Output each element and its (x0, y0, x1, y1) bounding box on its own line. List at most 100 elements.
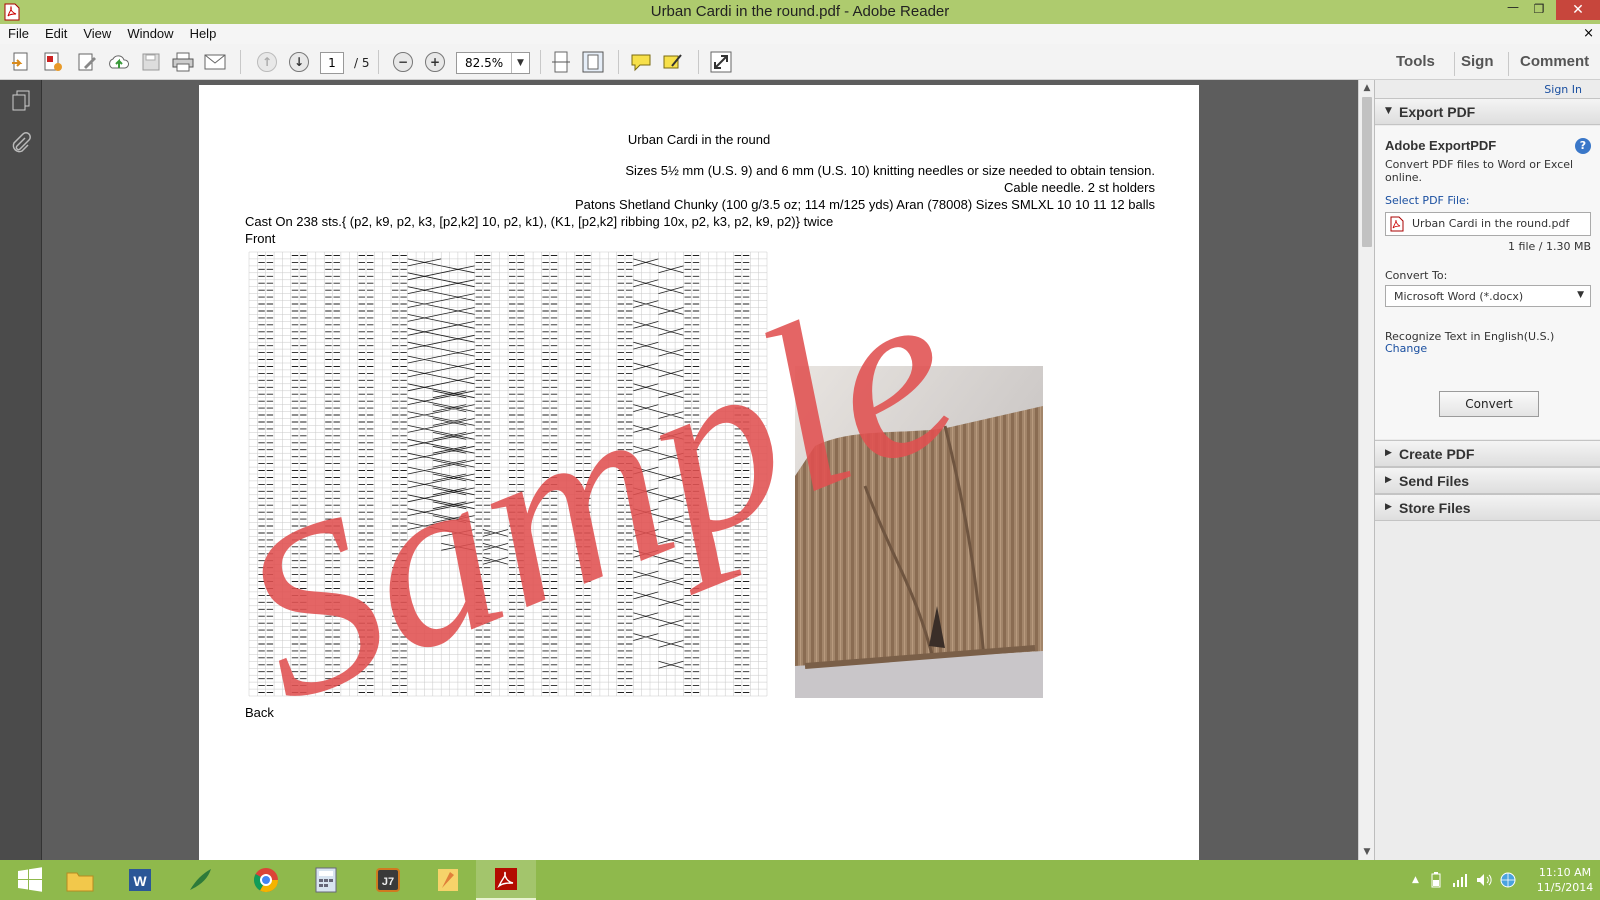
scroll-down-icon[interactable]: ▼ (1359, 844, 1375, 860)
clock-time[interactable]: 11:10 AM (1530, 866, 1600, 879)
tools-pane: Sign In ▼ Export PDF Adobe ExportPDF ? C… (1374, 80, 1600, 860)
close-button[interactable]: ✕ (1556, 0, 1600, 20)
toolbar-separator (540, 50, 541, 74)
sign-in-link[interactable]: Sign In (1544, 83, 1582, 96)
full-screen-icon[interactable] (708, 50, 734, 74)
taskbar: W J7 ▲ 11:10 AM 11/5/2014 (0, 860, 1600, 900)
export-pdf-panel: Adobe ExportPDF ? Convert PDF files to W… (1375, 126, 1600, 439)
file-explorer-icon[interactable] (50, 860, 110, 900)
convert-to-select[interactable]: Microsoft Word (*.docx) ▼ (1385, 285, 1591, 307)
create-pdf-label: Create PDF (1399, 446, 1475, 462)
export-pdf-header[interactable]: ▼ Export PDF (1375, 98, 1600, 125)
print-icon[interactable] (170, 50, 196, 74)
toolbar-separator (1454, 52, 1455, 76)
zoom-out-icon[interactable]: − (390, 50, 416, 74)
system-tray: ▲ 11:10 AM 11/5/2014 (1400, 860, 1600, 900)
page-total: / 5 (354, 56, 370, 70)
tools-pane-button[interactable]: Tools (1396, 53, 1435, 70)
app-icon[interactable]: J7 (358, 860, 418, 900)
close-document-button[interactable]: × (1583, 26, 1594, 41)
comment-icon[interactable] (628, 50, 654, 74)
menu-edit[interactable]: Edit (45, 24, 75, 44)
paint-icon[interactable] (418, 860, 478, 900)
page-number-input[interactable]: 1 (320, 52, 344, 74)
menu-view[interactable]: View (83, 24, 119, 44)
sign-pane-button[interactable]: Sign (1461, 53, 1494, 70)
convert-button[interactable]: Convert (1439, 391, 1539, 417)
calculator-icon[interactable] (296, 860, 356, 900)
zoom-value: 82.5% (465, 56, 504, 70)
email-icon[interactable] (202, 50, 228, 74)
fit-page-icon[interactable] (580, 50, 606, 74)
create-pdf-icon[interactable] (8, 50, 34, 74)
export-pdf-header-label: Export PDF (1399, 104, 1476, 120)
zoom-in-icon[interactable]: + (422, 50, 448, 74)
help-icon[interactable]: ? (1575, 138, 1591, 154)
globe-icon[interactable] (1500, 872, 1516, 892)
upload-cloud-icon[interactable] (106, 50, 132, 74)
selected-file-name: Urban Cardi in the round.pdf (1412, 217, 1570, 230)
pdf-file-icon (1390, 216, 1404, 232)
pdf-page: Urban Cardi in the round Sizes 5½ mm (U.… (199, 85, 1199, 860)
document-viewport[interactable]: Urban Cardi in the round Sizes 5½ mm (U.… (42, 80, 1358, 860)
battery-icon[interactable] (1430, 872, 1442, 892)
adobe-exportpdf-title: Adobe ExportPDF (1385, 138, 1497, 153)
menu-help[interactable]: Help (190, 24, 225, 44)
attachments-icon[interactable] (10, 132, 32, 156)
cardigan-photo (795, 366, 1043, 698)
adobe-reader-icon[interactable] (476, 860, 536, 900)
expand-icon: ▶ (1385, 475, 1392, 485)
scrollbar-thumb[interactable] (1362, 97, 1372, 247)
toolbar-separator (618, 50, 619, 74)
send-files-header[interactable]: ▶ Send Files (1375, 467, 1600, 494)
network-signal-icon[interactable] (1452, 872, 1468, 892)
toolbar-separator (1508, 52, 1509, 76)
convert-to-value: Microsoft Word (*.docx) (1394, 290, 1524, 303)
selected-file-field[interactable]: Urban Cardi in the round.pdf (1385, 212, 1591, 236)
back-label: Back (245, 705, 274, 720)
edit-pdf-icon[interactable] (74, 50, 100, 74)
previous-page-icon[interactable]: ↑ (254, 50, 280, 74)
menu-window[interactable]: Window (127, 24, 181, 44)
chevron-down-icon: ▼ (1577, 290, 1584, 300)
clock-date[interactable]: 11/5/2014 (1530, 881, 1600, 894)
create-pdf-header[interactable]: ▶ Create PDF (1375, 440, 1600, 467)
knitting-chart (248, 251, 768, 697)
quill-icon[interactable] (170, 860, 230, 900)
svg-text:J7: J7 (382, 876, 394, 888)
menu-file[interactable]: File (8, 24, 37, 44)
change-language-link[interactable]: Change (1385, 342, 1427, 355)
highlight-icon[interactable] (660, 50, 686, 74)
chrome-icon[interactable] (236, 860, 296, 900)
document-text-line: Sizes 5½ mm (U.S. 9) and 6 mm (U.S. 10) … (625, 163, 1155, 178)
next-page-icon[interactable]: ↓ (286, 50, 312, 74)
toolbar-separator (240, 50, 241, 74)
select-file-label: Select PDF File: (1385, 194, 1470, 207)
zoom-level-select[interactable]: 82.5% ▼ (456, 52, 530, 74)
vertical-scrollbar[interactable]: ▲ ▼ (1358, 80, 1374, 860)
export-description: Convert PDF files to Word or Excel onlin… (1385, 158, 1574, 184)
save-icon[interactable] (138, 50, 164, 74)
volume-icon[interactable] (1476, 872, 1492, 892)
menu-bar: File Edit View Window Help × (0, 24, 1600, 44)
export-pdf-icon[interactable] (40, 50, 66, 74)
navigation-pane (0, 80, 42, 860)
fit-width-icon[interactable] (548, 50, 574, 74)
toolbar: ↑ ↓ 1 / 5 − + 82.5% ▼ Tools Sign Comment (0, 44, 1600, 80)
word-icon[interactable]: W (110, 860, 170, 900)
document-title: Urban Cardi in the round (627, 132, 771, 147)
minimize-button[interactable]: — (1500, 0, 1526, 20)
chevron-down-icon[interactable]: ▼ (511, 53, 529, 73)
scroll-up-icon[interactable]: ▲ (1359, 80, 1375, 96)
collapse-icon: ▼ (1385, 106, 1392, 116)
store-files-header[interactable]: ▶ Store Files (1375, 494, 1600, 521)
toolbar-separator (378, 50, 379, 74)
show-hidden-icons[interactable]: ▲ (1412, 875, 1419, 885)
comment-pane-button[interactable]: Comment (1520, 53, 1589, 70)
store-files-label: Store Files (1399, 500, 1471, 516)
file-size-info: 1 file / 1.30 MB (1508, 240, 1591, 253)
restore-button[interactable]: ❐ (1526, 2, 1552, 22)
window-title: Urban Cardi in the round.pdf - Adobe Rea… (650, 3, 950, 20)
document-text-line: Cable needle. 2 st holders (1003, 180, 1155, 195)
page-thumbnails-icon[interactable] (10, 90, 32, 114)
